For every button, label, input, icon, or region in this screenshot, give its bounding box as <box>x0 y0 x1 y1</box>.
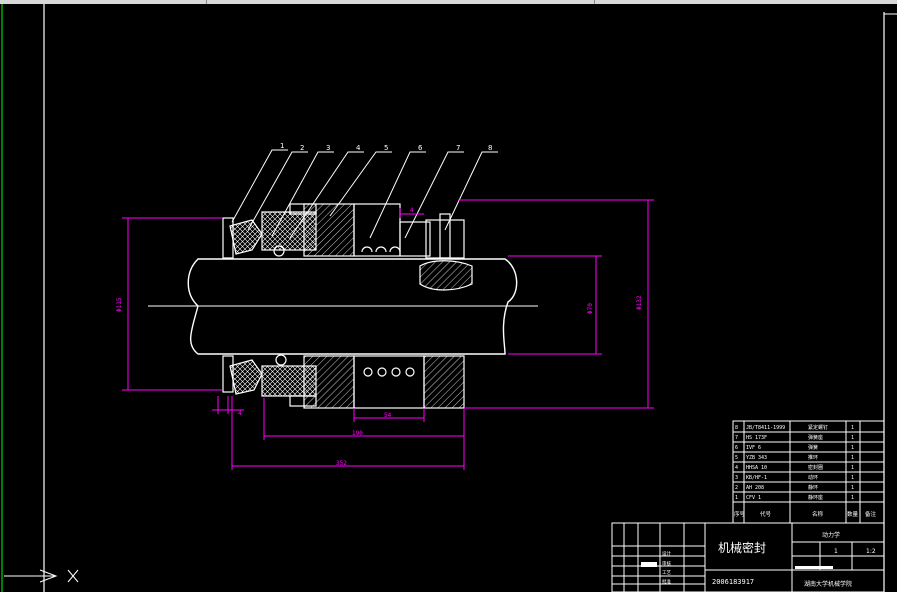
bom-cell-no: 6 <box>735 445 738 451</box>
school-name: 湖南大学机械学院 <box>804 580 852 588</box>
ucs-axis-icon <box>4 569 79 583</box>
bom-cell-no: 8 <box>735 425 738 431</box>
bom-cell-qty: 1 <box>851 445 854 451</box>
bom-cell-no: 3 <box>735 475 738 481</box>
bom-cell-name: 静环座 <box>808 494 823 501</box>
seal-lower-section <box>222 354 465 409</box>
bom-cell-code: HHSA 10 <box>746 465 767 471</box>
bom-cell-qty: 1 <box>851 475 854 481</box>
bom-header-code: 代号 <box>760 510 772 518</box>
balloon-7: 7 <box>456 144 460 152</box>
scale-bar-fill <box>795 566 833 569</box>
dim-spring-length: 54 <box>384 412 392 419</box>
bom-cell-no: 1 <box>735 495 738 501</box>
bom-cell-name: 推环 <box>808 454 818 461</box>
dim-length-total: 352 <box>336 460 347 467</box>
bom-cell-name: 弹簧座 <box>808 434 823 441</box>
bom-cell-no: 2 <box>735 485 738 491</box>
title-block-fill <box>641 562 657 567</box>
bom-cell-qty: 1 <box>851 425 854 431</box>
bom-cell-qty: 1 <box>851 455 854 461</box>
shaft <box>148 258 538 355</box>
sheet-info: 1 <box>834 548 838 555</box>
seal-upper-section <box>222 203 473 291</box>
bom-cell-qty: 1 <box>851 435 854 441</box>
bom-cell-no: 4 <box>735 465 738 471</box>
bom-cell-name: 弹簧 <box>808 444 818 451</box>
balloon-2: 2 <box>300 144 304 152</box>
bom-header-qty: 数量 <box>847 510 859 518</box>
balloon-numbers: 1 2 3 4 5 6 7 8 <box>280 142 492 152</box>
bom-cell-code: CFV 1 <box>746 495 761 501</box>
dim-gap-bottom: 4 <box>238 410 242 417</box>
label-process: 工艺 <box>662 570 671 576</box>
bom-cell-code: KB/HF-1 <box>746 475 767 481</box>
bom-cell-no: 5 <box>735 455 738 461</box>
bom-cell-qty: 1 <box>851 495 854 501</box>
balloon-6: 6 <box>418 144 423 152</box>
bom-cell-code: YZB 343 <box>746 455 767 461</box>
dimension-lines <box>122 199 654 470</box>
balloon-4: 4 <box>356 144 361 152</box>
balloon-3: 3 <box>326 144 330 152</box>
bom-cell-name: 动环 <box>808 474 818 481</box>
bom-cell-qty: 1 <box>851 465 854 471</box>
bom-header-note: 备注 <box>865 510 877 518</box>
bom-cell-name: 密封圈 <box>808 464 823 471</box>
bom-header-name: 名称 <box>812 510 824 518</box>
cad-drawing-canvas[interactable]: 1 2 3 4 5 6 7 8 Φ115 Φ70 Φ132 4 4 54 190… <box>0 4 897 592</box>
label-review: 审核 <box>662 560 671 567</box>
bom-cell-name: 静环 <box>808 484 818 491</box>
drawing-number: 2006183917 <box>712 578 754 586</box>
dim-gap-top: 4 <box>410 207 414 214</box>
bom-cell-qty: 1 <box>851 485 854 491</box>
label-approve: 批准 <box>662 578 671 585</box>
label-designer: 设计 <box>662 550 671 557</box>
balloon-8: 8 <box>488 144 492 152</box>
dim-d-right: Φ132 <box>636 295 643 310</box>
drawing-title: 机械密封 <box>718 540 766 555</box>
balloon-5: 5 <box>384 144 388 152</box>
dim-length-mid: 190 <box>352 430 363 437</box>
bom-text: 8 JB/T8411-1999 紧定螺钉 1 7 HS 173F 弹簧座 1 6 IVF 6 弹簧 1… <box>734 424 877 518</box>
bom-cell-code: HS 173F <box>746 435 767 441</box>
scale-value: 1:2 <box>866 548 876 555</box>
balloon-1: 1 <box>280 142 284 150</box>
dimension-texts: Φ115 Φ70 Φ132 4 4 54 190 352 <box>116 207 643 467</box>
title-block-text: 机械密封 2006183917 湖南大学机械学院 动力学 1 1:2 设计 审核… <box>662 531 876 588</box>
bom-cell-code: JB/T8411-1999 <box>746 425 785 431</box>
dim-d-shaft: Φ70 <box>587 303 594 314</box>
bom-cell-no: 7 <box>735 435 738 441</box>
bom-cell-code: IVF 6 <box>746 445 761 451</box>
bom-cell-code: AH 208 <box>746 485 764 491</box>
part-group: 动力学 <box>822 531 840 539</box>
bom-header-no: 序号 <box>734 510 746 518</box>
dim-d-left: Φ115 <box>116 297 123 312</box>
bom-cell-name: 紧定螺钉 <box>808 424 828 431</box>
